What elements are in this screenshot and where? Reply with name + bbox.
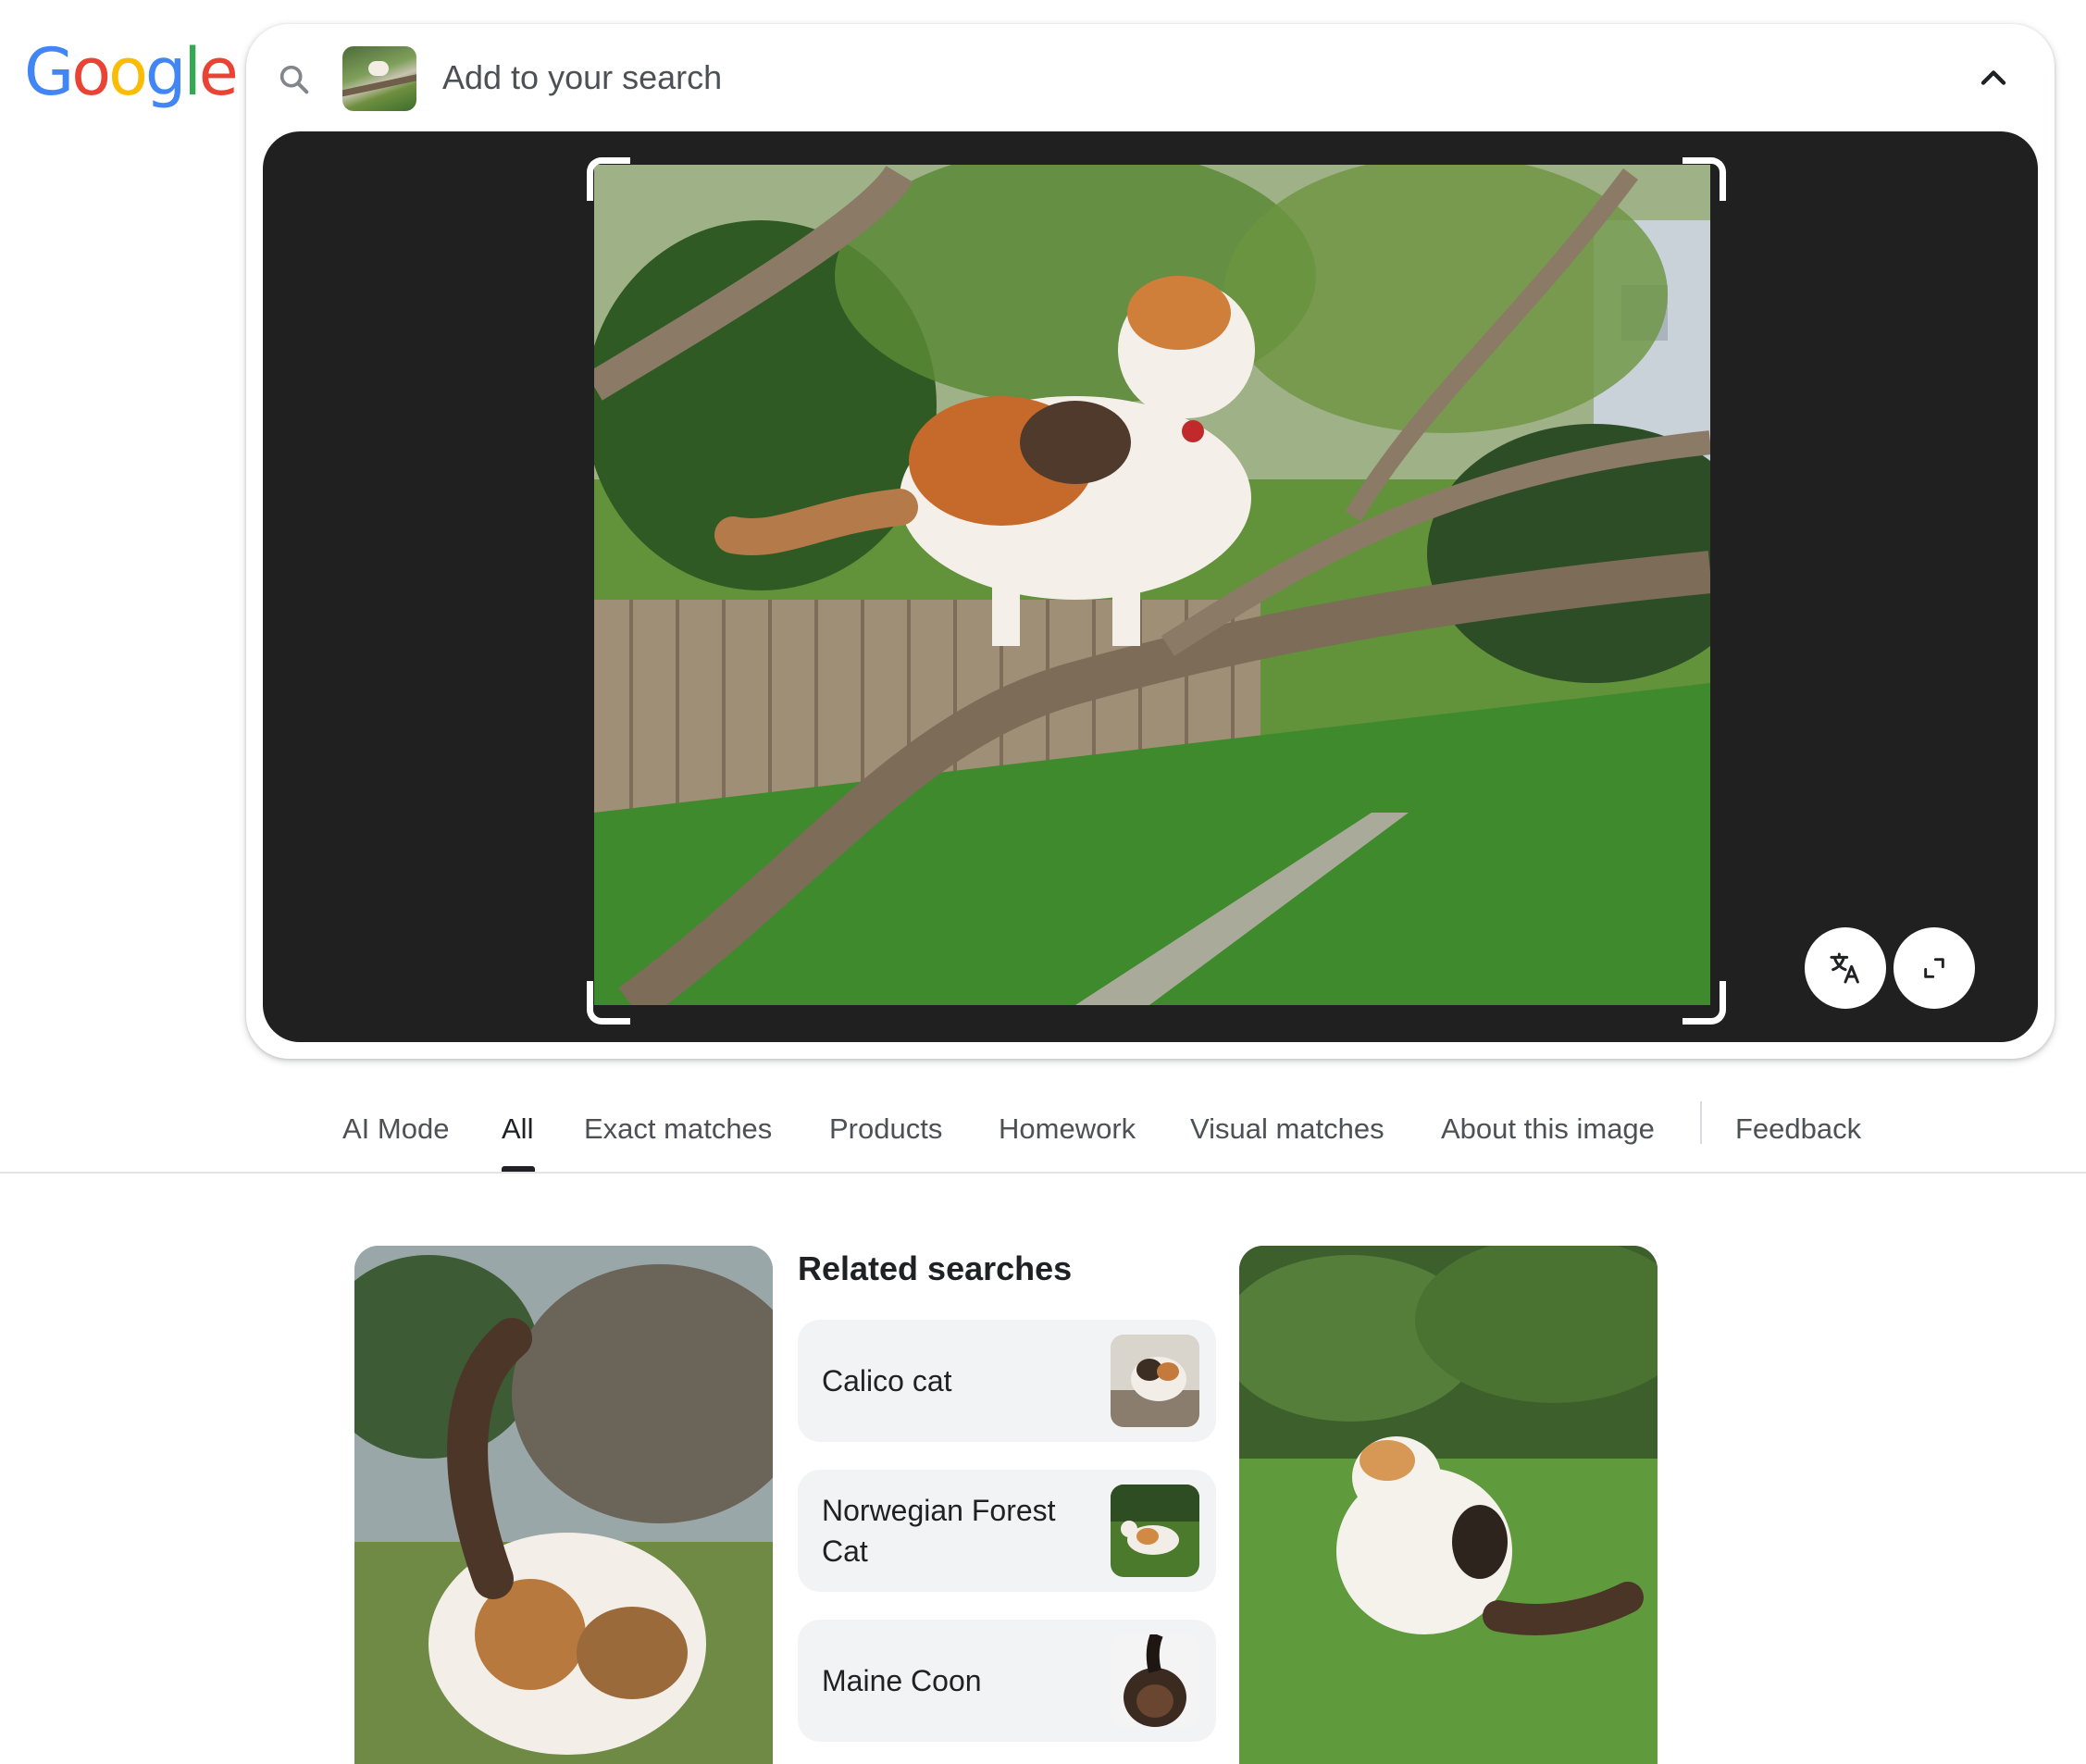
related-search-label: Norwegian Forest Cat bbox=[822, 1494, 1056, 1568]
search-icon[interactable] bbox=[276, 61, 313, 98]
search-card: Add to your search bbox=[246, 24, 2055, 1059]
expand-icon bbox=[1924, 958, 1944, 978]
tab-ai-mode[interactable]: AI Mode bbox=[342, 1111, 449, 1148]
search-tabs: AI Mode All Exact matches Products Homew… bbox=[0, 1081, 2086, 1172]
expand-button[interactable] bbox=[1894, 927, 1975, 1009]
logo-letter: g bbox=[144, 34, 186, 110]
crop-corner-top-left[interactable] bbox=[587, 157, 630, 201]
logo-letter: l bbox=[183, 34, 202, 110]
result-image-left[interactable] bbox=[354, 1246, 773, 1764]
query-image[interactable] bbox=[594, 165, 1710, 1005]
feedback-link[interactable]: Feedback bbox=[1735, 1111, 1861, 1148]
related-searches-heading: Related searches bbox=[798, 1249, 1073, 1287]
result-image-right[interactable] bbox=[1239, 1246, 1658, 1764]
tabs-divider-line bbox=[0, 1172, 2086, 1174]
crop-corner-bottom-right[interactable] bbox=[1682, 981, 1726, 1025]
tab-homework[interactable]: Homework bbox=[999, 1111, 1136, 1148]
tab-about-this-image[interactable]: About this image bbox=[1441, 1111, 1655, 1148]
tab-products[interactable]: Products bbox=[829, 1111, 942, 1148]
crop-corner-top-right[interactable] bbox=[1682, 157, 1726, 201]
logo-letter: e bbox=[198, 34, 239, 110]
chevron-up-icon[interactable] bbox=[1973, 57, 2014, 98]
search-input[interactable]: Add to your search bbox=[442, 57, 722, 98]
tab-all[interactable]: All bbox=[502, 1111, 533, 1148]
related-search-norwegian-forest-cat[interactable]: Norwegian Forest Cat bbox=[798, 1470, 1216, 1592]
search-bar[interactable]: Add to your search bbox=[246, 24, 2055, 131]
logo-letter: o bbox=[71, 34, 111, 110]
logo-letter: o bbox=[108, 34, 148, 110]
tab-divider bbox=[1700, 1101, 1702, 1144]
related-search-maine-coon[interactable]: Maine Coon bbox=[798, 1620, 1216, 1742]
related-search-thumbnail bbox=[1111, 1335, 1199, 1427]
google-logo[interactable]: Google bbox=[24, 34, 239, 110]
related-search-label: Maine Coon bbox=[822, 1664, 982, 1697]
related-search-thumbnail bbox=[1111, 1484, 1199, 1577]
crop-corner-bottom-left[interactable] bbox=[587, 981, 630, 1025]
related-search-calico-cat[interactable]: Calico cat bbox=[798, 1320, 1216, 1442]
logo-letter: G bbox=[24, 34, 74, 110]
translate-icon bbox=[1830, 952, 1859, 984]
image-preview-panel bbox=[263, 131, 2038, 1042]
related-search-label: Calico cat bbox=[822, 1364, 952, 1398]
tab-exact-matches[interactable]: Exact matches bbox=[584, 1111, 772, 1148]
query-image-thumbnail[interactable] bbox=[342, 46, 416, 111]
translate-button[interactable] bbox=[1805, 927, 1886, 1009]
tab-visual-matches[interactable]: Visual matches bbox=[1190, 1111, 1384, 1148]
related-search-thumbnail bbox=[1111, 1634, 1199, 1727]
